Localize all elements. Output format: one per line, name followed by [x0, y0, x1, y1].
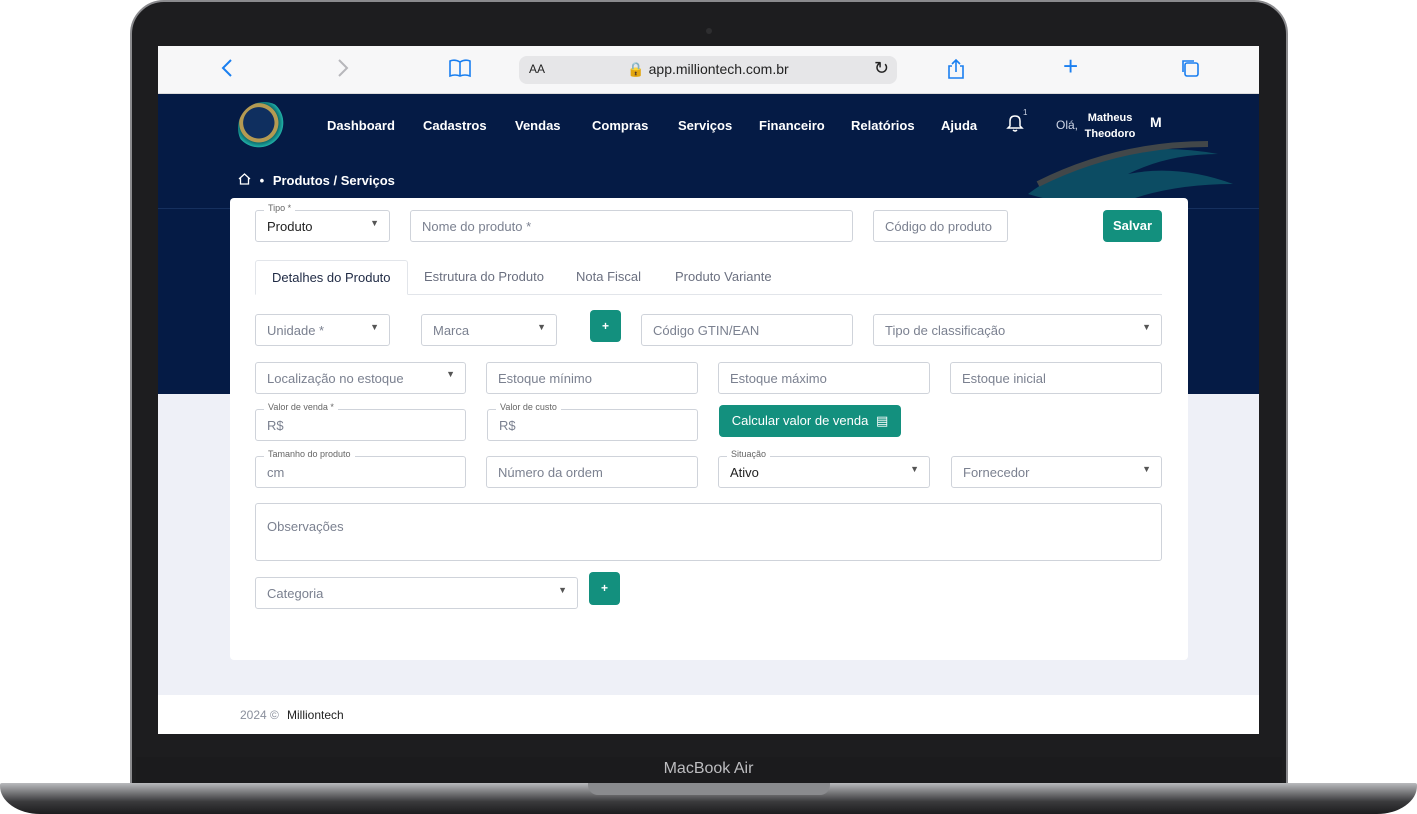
estoque-inicial-input[interactable]: Estoque inicial: [950, 362, 1162, 394]
nav-relatorios[interactable]: Relatórios: [851, 118, 915, 133]
localizacao-select[interactable]: Localização no estoque ▼: [255, 362, 466, 394]
situacao-select[interactable]: Situação Ativo ▼: [718, 449, 930, 488]
caret-down-icon: ▼: [446, 369, 455, 379]
caret-down-icon: ▼: [370, 218, 379, 228]
share-icon[interactable]: [947, 58, 965, 86]
caret-down-icon: ▼: [537, 322, 546, 332]
nav-cadastros[interactable]: Cadastros: [423, 118, 487, 133]
calcular-valor-button[interactable]: Calcular valor de venda ▤: [719, 405, 901, 437]
nav-servicos[interactable]: Serviços: [678, 118, 732, 133]
observacoes-textarea[interactable]: Observações: [255, 503, 1162, 561]
url-display: 🔒 app.milliontech.com.br: [519, 61, 897, 78]
camera: [706, 28, 712, 34]
nav-compras[interactable]: Compras: [592, 118, 648, 133]
caret-down-icon: ▼: [1142, 322, 1151, 332]
caret-down-icon: ▼: [910, 464, 919, 474]
save-button[interactable]: Salvar: [1103, 210, 1162, 242]
nav-ajuda[interactable]: Ajuda: [941, 118, 977, 133]
bell-icon[interactable]: [1006, 112, 1024, 137]
add-marca-button[interactable]: +: [590, 310, 621, 342]
screen: AA 🔒 app.milliontech.com.br ↻ + Dashboar…: [158, 46, 1259, 734]
bookmarks-icon[interactable]: [448, 58, 472, 84]
situacao-value: Ativo: [730, 465, 759, 480]
tipo-label: Tipo *: [264, 203, 296, 213]
tamanho-label: Tamanho do produto: [264, 449, 355, 459]
breadcrumb-separator: •: [259, 173, 265, 188]
back-icon[interactable]: [220, 58, 234, 84]
product-form-card: Tipo * Produto ▼ Nome do produto * Códig…: [230, 198, 1188, 660]
tab-produto-variante[interactable]: Produto Variante: [675, 260, 772, 295]
address-bar[interactable]: AA 🔒 app.milliontech.com.br ↻: [519, 56, 897, 84]
categoria-select[interactable]: Categoria ▼: [255, 577, 578, 609]
valor-custo-label: Valor de custo: [496, 402, 561, 412]
url-text: app.milliontech.com.br: [648, 61, 789, 77]
codigo-produto-input[interactable]: Código do produto: [873, 210, 1008, 242]
classificacao-select[interactable]: Tipo de classificação ▼: [873, 314, 1162, 346]
milliontech-logo[interactable]: [238, 102, 290, 154]
footer-year: 2024 ©: [240, 708, 279, 722]
valor-custo-input[interactable]: Valor de custo R$: [487, 402, 698, 441]
product-tabs: Detalhes do Produto Estrutura do Produto…: [255, 260, 1162, 295]
tab-nota-fiscal[interactable]: Nota Fiscal: [576, 260, 641, 295]
valor-venda-input[interactable]: Valor de venda * R$: [255, 402, 466, 441]
footer: 2024 © Milliontech: [158, 695, 1259, 734]
breadcrumb: • Produtos / Serviços: [238, 173, 395, 188]
nav-vendas[interactable]: Vendas: [515, 118, 561, 133]
unidade-select[interactable]: Unidade * ▼: [255, 314, 390, 346]
breadcrumb-current: Produtos / Serviços: [272, 173, 395, 188]
forward-icon[interactable]: [336, 58, 350, 84]
notification-count: 1: [1023, 108, 1028, 117]
tab-detalhes[interactable]: Detalhes do Produto: [255, 260, 408, 295]
tipo-select[interactable]: Tipo * Produto ▼: [255, 203, 390, 242]
caret-down-icon: ▼: [1142, 464, 1151, 474]
footer-brand: Milliontech: [287, 708, 344, 722]
estoque-minimo-input[interactable]: Estoque mínimo: [486, 362, 698, 394]
lock-icon: 🔒: [627, 61, 645, 77]
valor-venda-label: Valor de venda *: [264, 402, 338, 412]
nome-produto-input[interactable]: Nome do produto *: [410, 210, 853, 242]
estoque-maximo-input[interactable]: Estoque máximo: [718, 362, 930, 394]
nav-financeiro[interactable]: Financeiro: [759, 118, 825, 133]
add-categoria-button[interactable]: +: [589, 572, 620, 605]
marca-select[interactable]: Marca ▼: [421, 314, 557, 346]
laptop-notch: [588, 783, 830, 795]
home-icon[interactable]: [238, 173, 255, 188]
caret-down-icon: ▼: [558, 585, 567, 595]
browser-toolbar: AA 🔒 app.milliontech.com.br ↻ +: [158, 46, 1259, 94]
tipo-value: Produto: [267, 219, 313, 234]
tamanho-input[interactable]: Tamanho do produto cm: [255, 449, 466, 488]
caret-down-icon: ▼: [370, 322, 379, 332]
nav-dashboard[interactable]: Dashboard: [327, 118, 395, 133]
device-label: MacBook Air: [663, 760, 754, 777]
fornecedor-select[interactable]: Fornecedor ▼: [951, 456, 1162, 488]
calculator-icon: ▤: [875, 413, 889, 428]
tab-estrutura[interactable]: Estrutura do Produto: [424, 260, 544, 295]
gtin-input[interactable]: Código GTIN/EAN: [641, 314, 853, 346]
calcular-valor-label: Calcular valor de venda: [731, 413, 869, 428]
reload-icon[interactable]: ↻: [874, 58, 889, 79]
new-tab-icon[interactable]: +: [1063, 53, 1078, 79]
numero-ordem-input[interactable]: Número da ordem: [486, 456, 698, 488]
tabs-overview-icon[interactable]: [1180, 58, 1200, 84]
user-name[interactable]: Matheus Theodoro: [1080, 110, 1140, 142]
avatar[interactable]: M: [1150, 114, 1162, 130]
greeting: Olá,: [1056, 118, 1079, 132]
situacao-label: Situação: [727, 449, 771, 459]
